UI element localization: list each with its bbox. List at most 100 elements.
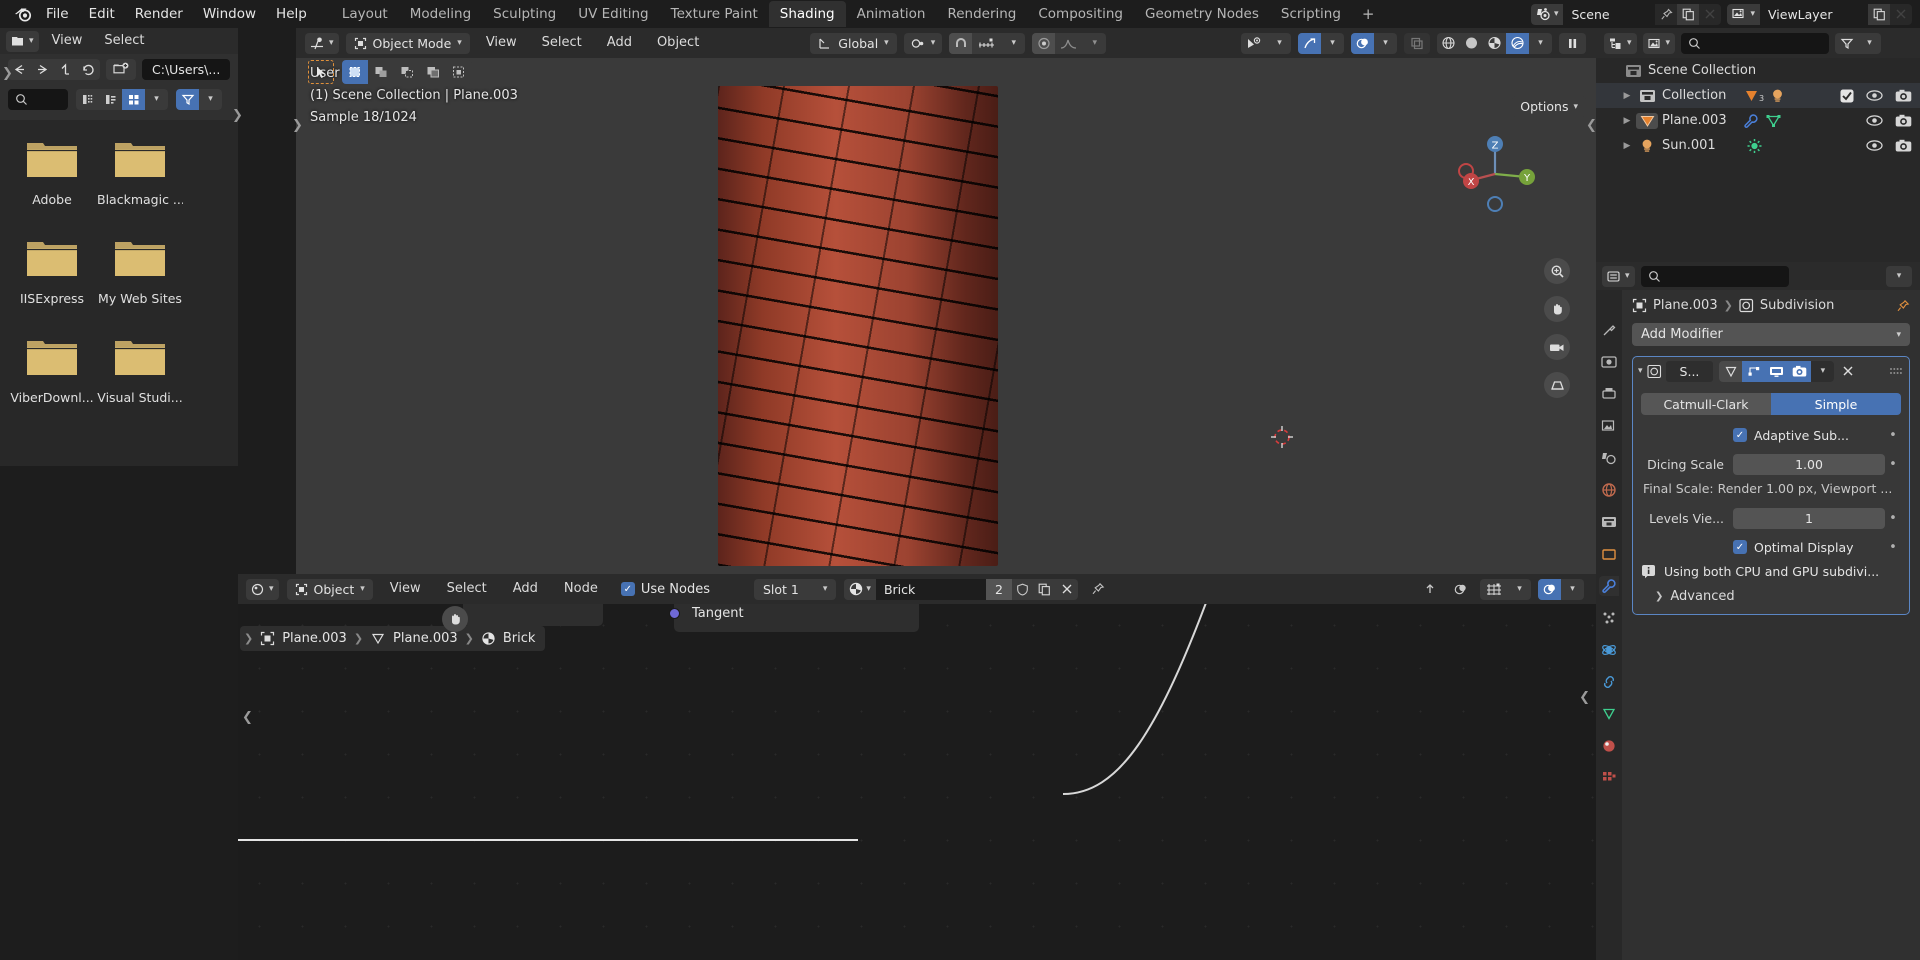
wrench-modifier-icon[interactable] — [1743, 113, 1759, 129]
adaptive-subdivision-checkbox[interactable]: ✓ — [1733, 428, 1747, 442]
workspace-tab-animation[interactable]: Animation — [846, 1, 937, 27]
remove-viewlayer-icon[interactable] — [1890, 4, 1912, 25]
viewlayer-name[interactable]: ViewLayer — [1760, 4, 1868, 25]
on-cage-icon[interactable] — [1719, 361, 1742, 382]
workspace-tab-compositing[interactable]: Compositing — [1027, 1, 1134, 27]
eye-icon[interactable] — [1866, 139, 1883, 152]
viewport-n-panel-toggle[interactable]: ❮ — [1586, 118, 1597, 133]
shader-n-panel-toggle[interactable]: ❮ — [1579, 690, 1590, 705]
gizmo-icon[interactable] — [1298, 33, 1321, 54]
material-users-count[interactable]: 2 — [986, 579, 1012, 600]
dicing-scale-field[interactable]: 1.00 — [1733, 454, 1885, 475]
viewport-menu-select[interactable]: Select — [533, 32, 591, 54]
shader-node-canvas[interactable]: Height Normal Tangent ▾ Displacement Dis… — [238, 604, 1596, 960]
select-invert-icon[interactable] — [420, 60, 446, 84]
breadcrumb-object-label[interactable]: Plane.003 — [1653, 298, 1718, 313]
modifier-name-field[interactable]: S... — [1666, 361, 1714, 382]
realtime-icon[interactable] — [1765, 361, 1788, 382]
workspace-tab-texture-paint[interactable]: Texture Paint — [660, 1, 769, 27]
filebrowser-sidebar-toggle[interactable]: ❯ — [2, 66, 13, 81]
proportional-edit-icon[interactable] — [1032, 33, 1055, 54]
add-workspace-button[interactable]: + — [1352, 2, 1385, 26]
viewport-menu-object[interactable]: Object — [648, 32, 708, 54]
new-scene-icon[interactable] — [1677, 4, 1699, 25]
render-icon[interactable] — [1788, 361, 1811, 382]
thumbnail-grid-icon[interactable] — [122, 89, 145, 110]
file-browser-menu-select[interactable]: Select — [95, 30, 153, 52]
scene-name[interactable]: Scene — [1563, 4, 1655, 25]
workspace-tab-scripting[interactable]: Scripting — [1270, 1, 1352, 27]
arrow-right-icon[interactable] — [31, 59, 54, 80]
algorithm-option-catmull-clark[interactable]: Catmull-Clark — [1641, 393, 1771, 415]
refresh-icon[interactable] — [77, 59, 100, 80]
file-item[interactable]: Blackmagic ... — [96, 134, 184, 233]
select-subtract-icon[interactable] — [394, 60, 420, 84]
checkbox-icon[interactable] — [1840, 89, 1854, 103]
scene-icon[interactable] — [1599, 448, 1619, 468]
modifier-icon[interactable] — [1599, 576, 1619, 596]
mesh-data-icon-3[interactable]: 3 — [1744, 88, 1764, 104]
outliner-display-mode-icon[interactable]: ▾ — [1643, 33, 1676, 54]
viewport-canvas[interactable]: User Perspective (1) Scene Collection | … — [296, 58, 1596, 574]
menu-help[interactable]: Help — [266, 3, 317, 25]
output-icon[interactable] — [1599, 384, 1619, 404]
node-overlay-icon[interactable] — [1449, 579, 1473, 600]
outliner-filter-dropdown[interactable]: ▾ — [1858, 33, 1881, 54]
levels-viewport-field[interactable]: 1 — [1733, 508, 1885, 529]
pan-hand-icon[interactable] — [1544, 296, 1570, 322]
shield-icon[interactable] — [1012, 579, 1034, 600]
properties-options-dropdown[interactable]: ▾ — [1886, 266, 1912, 287]
object-visibility-dropdown[interactable]: ▾ — [1268, 33, 1291, 54]
collection-icon[interactable] — [1599, 512, 1619, 532]
node-tangent-partial[interactable]: Tangent — [674, 604, 919, 632]
pan-hand-icon[interactable] — [442, 606, 468, 632]
material-selector[interactable]: ▾ Brick 2 — [844, 579, 1078, 600]
navigation-gizmo[interactable]: Z Y X — [1454, 133, 1536, 215]
menu-edit[interactable]: Edit — [79, 3, 125, 25]
camera-icon[interactable] — [1895, 139, 1912, 153]
pivot-point-selector[interactable]: ▾ — [904, 33, 943, 54]
unlink-material-icon[interactable] — [1056, 579, 1078, 600]
tool-icon[interactable] — [1599, 320, 1619, 340]
mesh-data-icon[interactable] — [1765, 113, 1782, 129]
workspace-tab-layout[interactable]: Layout — [331, 1, 399, 27]
shader-menu-node[interactable]: Node — [555, 578, 607, 600]
outliner-search-input[interactable] — [1681, 33, 1829, 54]
node-overlay-dropdown[interactable]: ▾ — [1561, 579, 1584, 600]
texture-icon[interactable] — [1599, 768, 1619, 788]
overlays-icon[interactable] — [1351, 33, 1374, 54]
shader-sidebar-toggle[interactable]: ❮ — [242, 710, 253, 725]
gizmo-dropdown[interactable]: ▾ — [1321, 33, 1344, 54]
menu-window[interactable]: Window — [193, 3, 266, 25]
solid-icon[interactable] — [1460, 33, 1483, 54]
node-snap-icon[interactable] — [1418, 579, 1442, 600]
camera-icon[interactable] — [1895, 89, 1912, 103]
animate-property-dot[interactable]: • — [1885, 457, 1901, 472]
file-item[interactable]: Adobe — [8, 134, 96, 233]
falloff-dropdown[interactable]: ▾ — [1083, 33, 1106, 54]
properties-editor-icon[interactable]: ▾ — [1602, 266, 1635, 287]
shader-menu-select[interactable]: Select — [438, 578, 496, 600]
object-icon[interactable] — [1599, 544, 1619, 564]
falloff-curve-icon[interactable] — [1055, 33, 1083, 54]
breadcrumb-modifier-label[interactable]: Subdivision — [1760, 298, 1835, 313]
workspace-tab-geometry-nodes[interactable]: Geometry Nodes — [1134, 1, 1270, 27]
node-height-partial[interactable] — [463, 604, 603, 626]
viewport-toolbar-toggle[interactable]: ❯ — [292, 118, 303, 133]
display-mode-dropdown[interactable]: ▾ — [145, 89, 168, 110]
file-item[interactable]: IISExpress — [8, 233, 96, 332]
shader-breadcrumb-object[interactable]: Plane.003 — [282, 631, 347, 646]
shader-editor-icon[interactable]: ▾ — [246, 579, 279, 600]
outliner-row-sun-001[interactable]: ▶ Sun.001 — [1596, 133, 1920, 158]
file-item[interactable]: My Web Sites — [96, 233, 184, 332]
transform-orientation-selector[interactable]: Global ▾ — [810, 33, 896, 54]
pin-icon[interactable] — [1655, 4, 1677, 25]
file-browser-menu-view[interactable]: View — [43, 30, 92, 52]
snap-dropdown[interactable]: ▾ — [1002, 33, 1025, 54]
outliner-row-collection[interactable]: ▶ Collection 3 — [1596, 83, 1920, 108]
file-item[interactable]: Visual Studi... — [96, 332, 184, 431]
disclosure-triangle-icon[interactable]: ▶ — [1618, 141, 1636, 151]
use-nodes-toggle[interactable]: ✓ Use Nodes — [621, 582, 710, 597]
magnet-icon[interactable] — [949, 33, 972, 54]
brick-column-object[interactable] — [718, 86, 998, 566]
